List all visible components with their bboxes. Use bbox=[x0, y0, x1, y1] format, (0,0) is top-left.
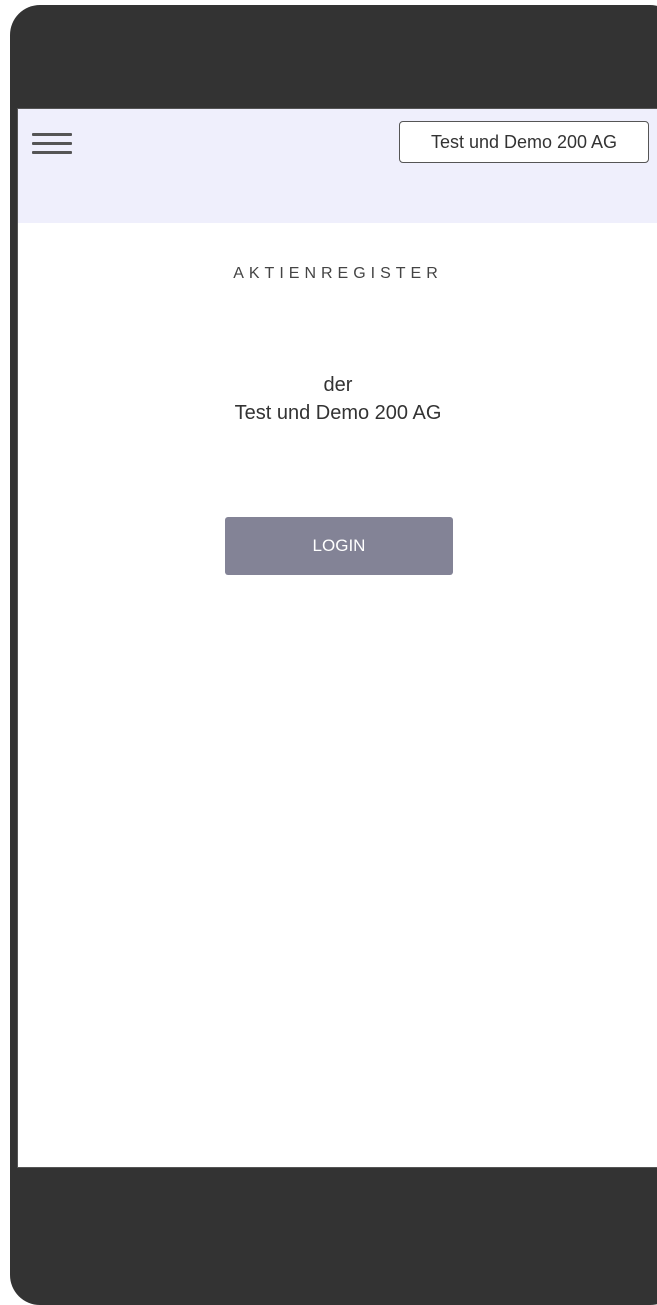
company-selector[interactable]: Test und Demo 200 AG bbox=[399, 121, 649, 163]
hamburger-menu-icon[interactable] bbox=[32, 131, 72, 157]
app-screen: Test und Demo 200 AG AKTIENREGISTER der … bbox=[17, 108, 657, 1168]
login-button[interactable]: LOGIN bbox=[225, 517, 453, 575]
app-header: Test und Demo 200 AG bbox=[18, 109, 657, 223]
subtitle-line-der: der bbox=[323, 374, 353, 396]
page-title: AKTIENREGISTER bbox=[233, 265, 443, 282]
menu-bar bbox=[32, 151, 72, 154]
menu-bar bbox=[32, 142, 72, 145]
menu-bar bbox=[32, 133, 72, 136]
company-subtitle: der Test und Demo 200 AG bbox=[18, 371, 657, 427]
subtitle-company-name: Test und Demo 200 AG bbox=[234, 402, 442, 424]
